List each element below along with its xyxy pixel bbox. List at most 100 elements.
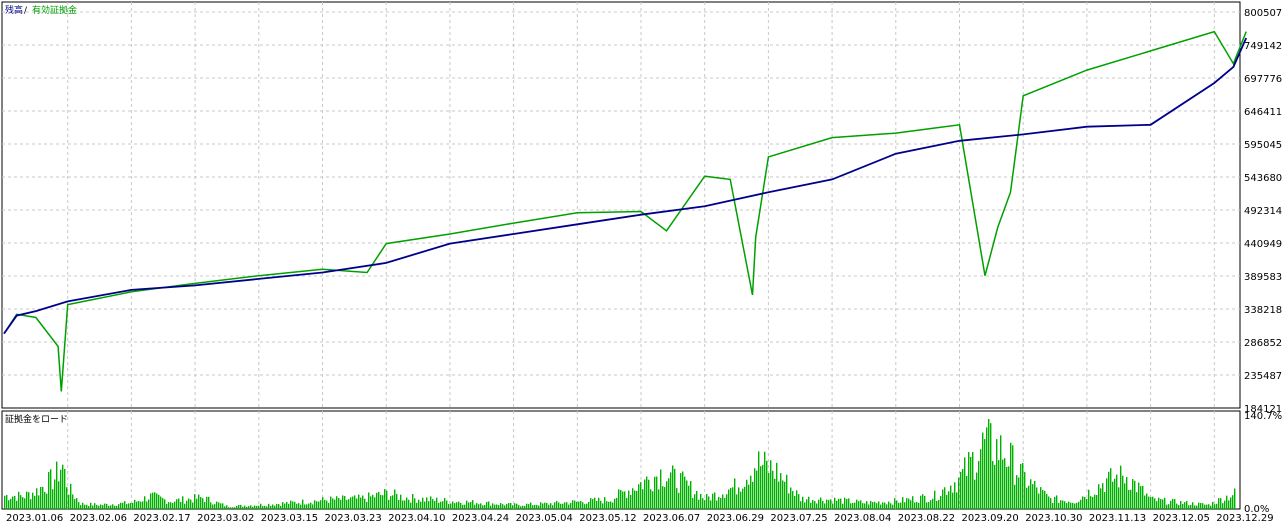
margin-bar [448, 504, 450, 509]
margin-bar [1054, 496, 1056, 509]
margin-bar [194, 494, 196, 509]
x-tick-label: 2023.02.06 [70, 513, 127, 524]
margin-bar [544, 502, 546, 509]
margin-bar [1144, 495, 1146, 509]
margin-bar [442, 501, 444, 509]
margin-bar [884, 502, 886, 509]
margin-bar [78, 502, 80, 509]
margin-bar [580, 500, 582, 509]
margin-bar [736, 494, 738, 509]
margin-bar [396, 493, 398, 509]
margin-bar [578, 501, 580, 509]
margin-bar [958, 477, 960, 509]
margin-bar [562, 503, 564, 509]
margin-bar [904, 502, 906, 509]
margin-bar [996, 439, 998, 509]
margin-bar [748, 484, 750, 509]
margin-bar [94, 503, 96, 509]
margin-bar [460, 502, 462, 509]
margin-bar [698, 499, 700, 509]
margin-bar [1004, 458, 1006, 509]
margin-bar [784, 481, 786, 509]
margin-bar [1222, 503, 1224, 509]
margin-bar [264, 505, 266, 509]
x-tick-label: 2023.05.12 [579, 513, 636, 524]
margin-bar [970, 456, 972, 509]
margin-bar [740, 491, 742, 509]
margin-bar [196, 498, 198, 509]
margin-bar [1182, 504, 1184, 509]
margin-bar [634, 490, 636, 509]
margin-bar [22, 497, 24, 509]
margin-bar [1086, 499, 1088, 509]
margin-bar [488, 501, 490, 509]
margin-bar [816, 503, 818, 509]
margin-bar [374, 497, 376, 509]
margin-bar [986, 427, 988, 509]
margin-bar [342, 495, 344, 509]
margin-bar [472, 500, 474, 509]
margin-bar [242, 506, 244, 509]
margin-bar [274, 505, 276, 509]
margin-bar [1232, 495, 1234, 509]
margin-bar [30, 499, 32, 509]
margin-bar [1068, 501, 1070, 509]
margin-bar [1142, 486, 1144, 509]
margin-bar [166, 503, 168, 509]
margin-bar [440, 501, 442, 509]
margin-bar [124, 501, 126, 509]
margin-bar [332, 498, 334, 509]
margin-bar [470, 501, 472, 509]
margin-bar [160, 496, 162, 509]
margin-bar [548, 504, 550, 509]
margin-bar [810, 502, 812, 509]
margin-bar [604, 497, 606, 509]
margin-bar [468, 502, 470, 509]
margin-bar [1162, 499, 1164, 509]
margin-bar [1128, 490, 1130, 509]
margin-bar [570, 502, 572, 509]
margin-bar [934, 490, 936, 509]
margin-bar [1116, 474, 1118, 509]
margin-bar [738, 487, 740, 509]
margin-bar [1228, 500, 1230, 509]
margin-bar [888, 501, 890, 509]
x-tick-label: 2023.05.04 [516, 513, 573, 524]
margin-bar [850, 503, 852, 509]
margin-bar [480, 503, 482, 509]
margin-bar [838, 498, 840, 509]
main-pane [1, 1, 1241, 409]
margin-bar [948, 491, 950, 509]
margin-bar [676, 488, 678, 509]
x-tick-label: 2023.03.02 [197, 513, 254, 524]
x-tick-label: 2023.04.24 [452, 513, 509, 524]
margin-bar [1196, 505, 1198, 509]
margin-pane-title: 証拠金をロード [5, 413, 68, 425]
margin-bar [772, 470, 774, 509]
margin-bar [1122, 475, 1124, 509]
margin-bar [752, 481, 754, 509]
margin-bar [444, 498, 446, 509]
margin-bar [1154, 498, 1156, 509]
margin-bar [534, 504, 536, 509]
margin-bar [978, 460, 980, 509]
margin-bar [1208, 504, 1210, 509]
margin-bar [822, 500, 824, 509]
margin-bar [840, 498, 842, 509]
margin-bar [942, 489, 944, 509]
margin-bar [416, 502, 418, 509]
margin-bar [394, 489, 396, 509]
margin-bar [1150, 497, 1152, 509]
margin-bar [654, 476, 656, 509]
margin-bar [214, 504, 216, 509]
margin-bar [428, 501, 430, 509]
margin-bar [314, 500, 316, 509]
margin-bar [1112, 481, 1114, 509]
x-tick-label: 2023.01.06 [6, 513, 63, 524]
margin-bar [202, 498, 204, 509]
margin-bar [422, 497, 424, 509]
margin-bar [308, 503, 310, 509]
margin-bar [626, 498, 628, 509]
margin-bar [186, 500, 188, 509]
margin-bar [312, 504, 314, 509]
